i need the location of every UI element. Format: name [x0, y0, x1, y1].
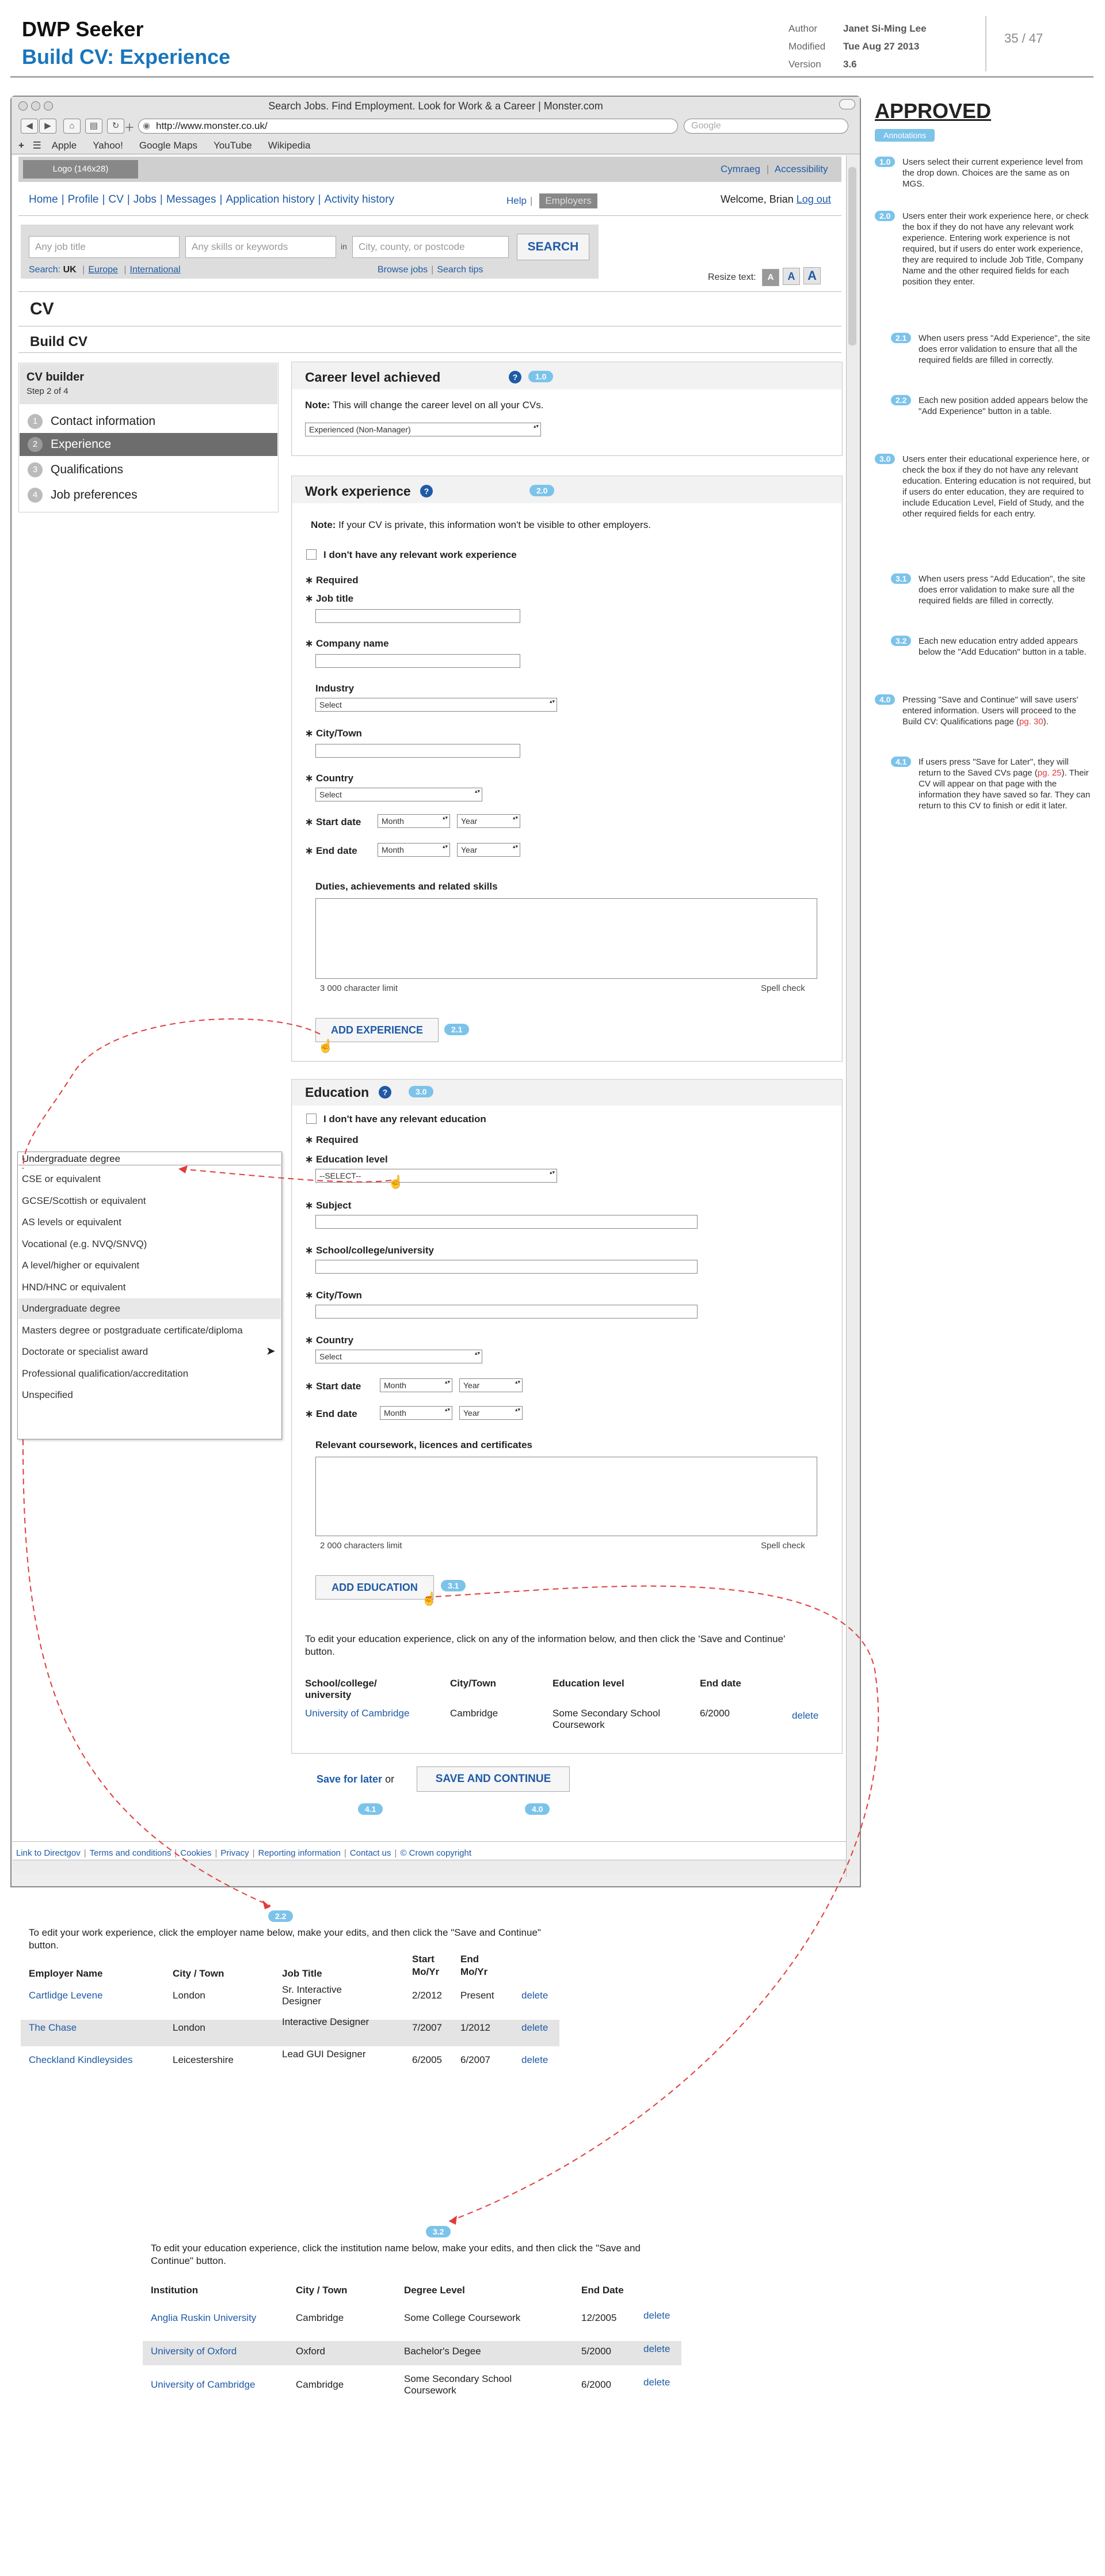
work-cell-end: 1/2012 — [460, 2022, 490, 2033]
work-col-start: Start Mo/Yr — [412, 1954, 440, 1977]
work-cell-start: 2/2012 — [412, 1990, 442, 2001]
work-cell-start: 6/2005 — [412, 2054, 442, 2065]
annotation-tag: 3.0 — [875, 454, 896, 464]
edu-cell-city: Cambridge — [296, 2312, 344, 2323]
work-cell-title: Sr. Interactive Designer — [282, 1984, 342, 2007]
annotation-tag: 2.2 — [891, 395, 912, 405]
edu-tbl-col-level: Degree Level — [404, 2285, 465, 2296]
work-cell-city: London — [173, 1990, 205, 2001]
work-cell-employer[interactable]: Cartlidge Levene — [29, 1990, 103, 2001]
page-ref-link[interactable]: pg. 30 — [1019, 717, 1043, 727]
connector-dropdown — [178, 1168, 392, 1183]
work-col-employer: Employer Name — [29, 1968, 103, 1979]
annotation-text: Each new position added appears below th… — [919, 396, 1088, 416]
edu-cell-end: 6/2000 — [581, 2379, 611, 2390]
connector-3-2 — [425, 1585, 879, 2222]
annotation-tag: 2.1 — [891, 333, 912, 343]
work-cell-city: Leicestershire — [173, 2054, 234, 2065]
annotation-text: Users select their current experience le… — [902, 157, 1083, 189]
annotation-text: When users press "Add Experience", the s… — [919, 333, 1091, 365]
annotations-tab[interactable]: Annotations — [875, 129, 935, 142]
annotation-text: Each new education entry added appears b… — [919, 636, 1087, 657]
edu-cell-city: Oxford — [296, 2346, 326, 2357]
edu-tbl-col-institution: Institution — [151, 2285, 199, 2296]
work-cell-city: London — [173, 2022, 205, 2033]
annotation-tag: 4.0 — [875, 694, 896, 705]
work-table-tag: 2.2 — [268, 1910, 294, 1922]
edu-cell-city: Cambridge — [296, 2379, 344, 2390]
work-cell-start: 7/2007 — [412, 2022, 442, 2033]
work-cell-end: 6/2007 — [460, 2054, 490, 2065]
page-ref-link[interactable]: pg. 25 — [1038, 768, 1062, 778]
edu-cell-end: 12/2005 — [581, 2312, 617, 2323]
edu-tbl-col-end: End Date — [581, 2285, 624, 2296]
connector-2-2 — [22, 1439, 271, 1906]
edu-cell-level: Bachelor's Degee — [404, 2346, 481, 2357]
work-cell-employer[interactable]: Checkland Kindleysides — [29, 2054, 133, 2066]
work-col-title: Job Title — [282, 1968, 322, 1979]
edu-cell-level: Some Secondary School Coursework — [404, 2373, 512, 2396]
arrow-head — [449, 2216, 457, 2225]
edu-table-instructions: To edit your education experience, click… — [151, 2243, 641, 2266]
work-cell-title: Interactive Designer — [282, 2016, 369, 2027]
work-delete-link[interactable]: delete — [521, 2022, 548, 2034]
annotation-tag: 2.0 — [875, 211, 896, 221]
work-col-end: End Mo/Yr — [460, 1954, 488, 1977]
work-cell-title: Lead GUI Designer — [282, 2049, 366, 2060]
work-delete-link[interactable]: delete — [521, 1990, 548, 2001]
edu-delete-link[interactable]: delete — [643, 2310, 670, 2322]
work-delete-link[interactable]: delete — [521, 2054, 548, 2066]
annotation-tag: 3.2 — [891, 636, 912, 646]
work-col-city: City / Town — [173, 1968, 224, 1979]
annotation-connectors — [22, 1018, 879, 2225]
edu-cell-inst[interactable]: University of Cambridge — [151, 2379, 255, 2391]
edu-delete-link[interactable]: delete — [643, 2377, 670, 2388]
edu-cell-end: 5/2000 — [581, 2346, 611, 2357]
connector-2-1 — [22, 1018, 321, 1169]
edu-tbl-col-city: City / Town — [296, 2285, 348, 2296]
annotation-text: If users press "Save for Later", they wi… — [919, 757, 1091, 811]
annotation-tag: 3.1 — [891, 573, 912, 584]
annotation-text: Users enter their work experience here, … — [902, 211, 1089, 287]
edu-table-tag: 3.2 — [426, 2226, 451, 2237]
edu-cell-level: Some College Coursework — [404, 2312, 521, 2323]
annotation-text: Users enter their educational experience… — [902, 454, 1091, 519]
work-table-instructions: To edit your work experience, click the … — [29, 1927, 541, 1951]
approval-status: APPROVED — [875, 99, 992, 123]
edu-cell-inst[interactable]: University of Oxford — [151, 2346, 237, 2357]
annotation-tag: 4.1 — [891, 757, 912, 767]
work-cell-employer[interactable]: The Chase — [29, 2022, 77, 2034]
edu-cell-inst[interactable]: Anglia Ruskin University — [151, 2312, 256, 2324]
annotation-text: When users press "Add Education", the si… — [919, 574, 1085, 606]
edu-delete-link[interactable]: delete — [643, 2343, 670, 2355]
work-cell-end: Present — [460, 1990, 494, 2001]
arrow-head — [178, 1165, 188, 1173]
annotation-tag: 1.0 — [875, 157, 896, 167]
annotation-text: Pressing "Save and Continue" will save u… — [902, 695, 1079, 727]
